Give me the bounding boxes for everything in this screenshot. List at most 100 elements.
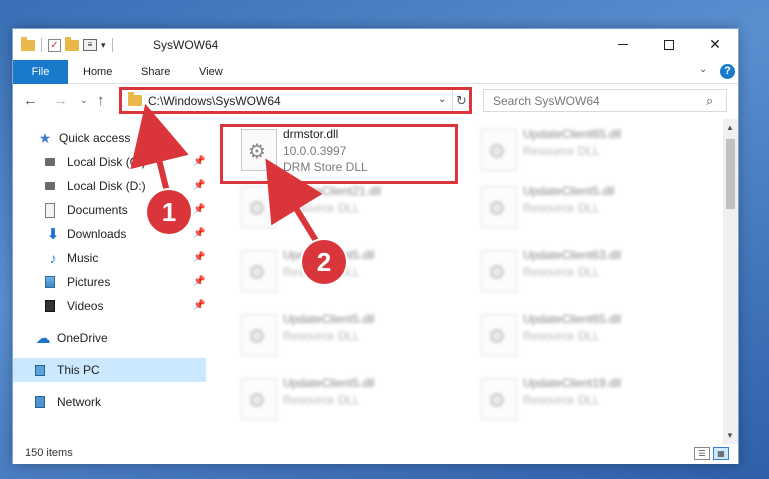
sidebar-item-this-pc[interactable]: This PC <box>13 358 206 382</box>
scroll-thumb[interactable] <box>726 139 735 209</box>
tiles-view-icon[interactable]: ▦ <box>713 447 729 460</box>
pin-icon[interactable]: 📌 <box>193 156 205 167</box>
tab-share[interactable]: Share <box>141 60 170 84</box>
sidebar-item-label: Documents <box>67 203 128 217</box>
disk-icon <box>45 158 55 166</box>
file-description: Resource DLL <box>523 393 600 407</box>
title-bar: ✓ ≡ ▾ SysWOW64 ✕ <box>13 29 738 60</box>
pin-icon[interactable]: 📌 <box>193 228 205 239</box>
file-description: Resource DLL <box>283 329 360 343</box>
onedrive-icon: ☁ <box>35 330 51 347</box>
sidebar-item-local-disk-c[interactable]: Local Disk (C:) 📌 <box>13 150 206 174</box>
back-arrow-icon[interactable]: ← <box>23 92 38 109</box>
sidebar-item-label: This PC <box>57 363 100 377</box>
maximize-button[interactable] <box>646 29 692 60</box>
file-tile[interactable]: UpdateClient65.dll Resource DLL <box>473 122 703 178</box>
vertical-scrollbar[interactable]: ▲ ▼ <box>723 119 738 444</box>
sidebar-item-network[interactable]: Network <box>13 390 206 414</box>
forward-arrow-icon[interactable]: → <box>53 92 68 109</box>
step-2-badge: 2 <box>302 240 346 284</box>
explorer-window: ✓ ≡ ▾ SysWOW64 ✕ File Home Share View ⌄ … <box>12 28 739 464</box>
navigation-bar: ← → ⌄ ↑ C:\Windows\SysWOW64 ⌄ ↻ Search S… <box>13 85 738 117</box>
dll-file-icon <box>241 378 277 420</box>
new-folder-icon[interactable] <box>65 36 79 51</box>
search-icon[interactable]: ⌕ <box>706 93 713 109</box>
sidebar-item-videos[interactable]: Videos 📌 <box>13 294 206 318</box>
file-tile[interactable]: UpdateClient65.dll Resource DLL <box>473 307 703 363</box>
documents-icon <box>45 202 55 218</box>
file-tile[interactable]: UpdateClient19.dll Resource DLL <box>473 371 703 427</box>
sidebar-item-label: Videos <box>67 299 104 313</box>
file-name: UpdateClient21.dll <box>283 184 382 198</box>
file-highlight-box <box>220 124 458 184</box>
music-icon: ♪ <box>49 250 57 266</box>
file-name: UpdateClient5.dll <box>283 376 375 390</box>
expand-ribbon-icon[interactable]: ⌄ <box>699 64 707 75</box>
tab-file[interactable]: File <box>13 60 68 84</box>
disk-icon <box>45 182 55 190</box>
dll-file-icon <box>481 250 517 292</box>
sidebar-item-music[interactable]: ♪ Music 📌 <box>13 246 206 270</box>
minimize-button[interactable] <box>600 29 646 60</box>
help-icon[interactable]: ? <box>720 64 735 79</box>
pictures-icon <box>45 276 55 288</box>
network-icon <box>35 396 45 408</box>
pin-icon[interactable]: 📌 <box>193 300 205 311</box>
up-arrow-icon[interactable]: ↑ <box>97 92 105 109</box>
sidebar-item-onedrive[interactable]: ☁ OneDrive <box>13 326 206 350</box>
customize-icon[interactable]: ≡ <box>83 39 97 51</box>
file-tile[interactable]: UpdateClient5.dll Resource DLL <box>233 243 463 299</box>
chevron-down-icon[interactable]: ▾ <box>101 40 106 51</box>
file-tile[interactable]: UpdateClient63.dll Resource DLL <box>473 243 703 299</box>
scroll-up-icon[interactable]: ▲ <box>726 123 734 132</box>
file-description: Resource DLL <box>523 265 600 279</box>
dll-file-icon <box>481 314 517 356</box>
dll-file-icon <box>481 378 517 420</box>
close-icon: ✕ <box>709 36 721 52</box>
file-description: Resource DLL <box>283 201 360 215</box>
sidebar-item-pictures[interactable]: Pictures 📌 <box>13 270 206 294</box>
file-tile[interactable]: UpdateClient5.dll Resource DLL <box>233 307 463 363</box>
sidebar-item-label: Music <box>67 251 99 265</box>
sidebar-item-label: Network <box>57 395 102 409</box>
tab-view[interactable]: View <box>199 60 223 84</box>
file-name: UpdateClient19.dll <box>523 376 622 390</box>
minimize-icon <box>618 44 628 45</box>
quick-access-toolbar: ✓ ≡ ▾ <box>21 36 115 54</box>
search-placeholder: Search SysWOW64 <box>493 94 600 108</box>
maximize-icon <box>664 39 674 50</box>
close-button[interactable]: ✕ <box>692 29 738 60</box>
file-tile[interactable]: UpdateClient5.dll Resource DLL <box>473 179 703 235</box>
videos-icon <box>45 300 55 312</box>
navigation-pane: ★ Quick access Local Disk (C:) 📌 Local D… <box>13 119 206 444</box>
file-description: Resource DLL <box>283 393 360 407</box>
file-description: Resource DLL <box>523 201 600 215</box>
pc-icon <box>35 364 45 376</box>
address-highlight-box <box>119 87 472 114</box>
status-bar: 150 items ☰ ▦ <box>13 444 738 464</box>
tab-home[interactable]: Home <box>83 60 112 84</box>
file-tile[interactable]: UpdateClient21.dll Resource DLL <box>233 179 463 235</box>
item-count: 150 items <box>25 447 73 459</box>
sidebar-item-label: Downloads <box>67 227 127 241</box>
file-description: Resource DLL <box>523 329 600 343</box>
sidebar-item-label: Quick access <box>59 131 131 145</box>
sidebar-item-label: Pictures <box>67 275 111 289</box>
sidebar-item-quick-access[interactable]: ★ Quick access <box>13 126 206 150</box>
pin-icon[interactable]: 📌 <box>193 204 205 215</box>
file-tile[interactable]: UpdateClient5.dll Resource DLL <box>233 371 463 427</box>
dll-file-icon <box>241 314 277 356</box>
recent-locations-chevron-icon[interactable]: ⌄ <box>80 95 88 106</box>
pin-icon[interactable]: 📌 <box>193 252 205 263</box>
properties-check-icon[interactable]: ✓ <box>48 38 61 52</box>
search-input[interactable]: Search SysWOW64 ⌕ <box>483 89 727 112</box>
dll-file-icon <box>241 186 277 228</box>
details-view-icon[interactable]: ☰ <box>694 447 710 460</box>
file-name: UpdateClient65.dll <box>523 312 622 326</box>
pin-icon[interactable]: 📌 <box>193 276 205 287</box>
dll-file-icon <box>481 186 517 228</box>
scroll-down-icon[interactable]: ▼ <box>726 431 734 440</box>
pin-icon[interactable]: 📌 <box>193 180 205 191</box>
file-name: UpdateClient5.dll <box>523 184 615 198</box>
folder-icon <box>21 36 35 51</box>
